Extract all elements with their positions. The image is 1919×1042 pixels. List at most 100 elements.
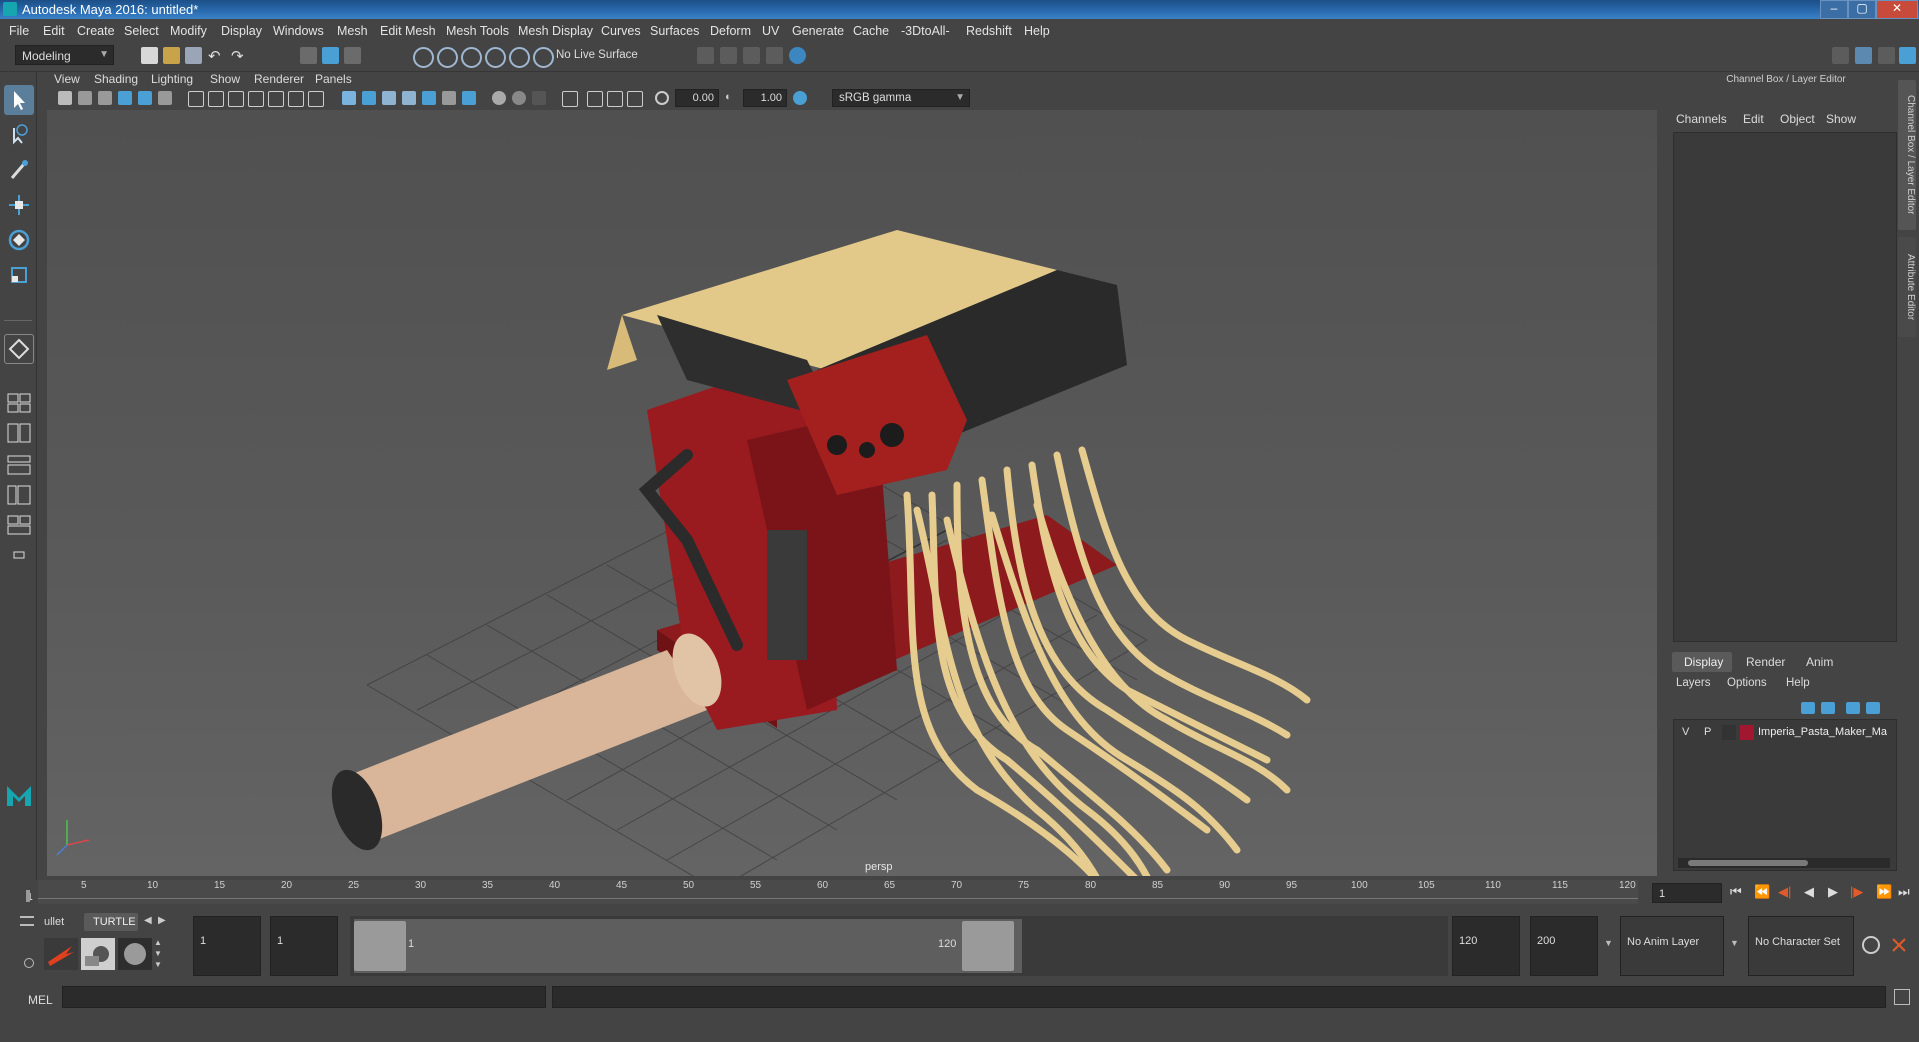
turtle-sphere-icon[interactable] [118,938,152,970]
exposure-field[interactable]: 0.00 [675,89,719,107]
redo-icon[interactable]: ↷ [231,47,248,65]
isolate-select-icon[interactable] [532,91,546,105]
go-to-start-icon[interactable]: ⏮ [1730,884,1742,900]
field-chart-icon[interactable] [268,91,284,107]
live-surface-label[interactable]: No Live Surface [556,49,638,61]
camera-select-icon[interactable] [58,91,72,105]
snap-point-icon[interactable] [461,47,482,68]
range-end-handle[interactable] [962,921,1014,971]
step-forward-frame-icon[interactable]: |▶ [1850,884,1863,900]
move-layer-up-icon[interactable] [1801,702,1815,714]
film-gate-icon[interactable] [208,91,224,107]
channels-menu-channels[interactable]: Channels [1676,112,1727,126]
last-tool-icon[interactable] [4,334,34,364]
new-scene-icon[interactable] [141,47,158,64]
chevron-down-icon[interactable]: ▼ [1730,938,1739,948]
undo-icon[interactable]: ↶ [208,47,225,65]
shelf-tab-turtle[interactable]: TURTLE [84,913,138,931]
render-frame-icon[interactable] [697,47,714,64]
snap-edge-icon[interactable] [533,47,554,68]
channels-menu-edit[interactable]: Edit [1743,112,1764,126]
viewport-menu-view[interactable]: View [54,72,80,86]
outliner-toggle-icon[interactable] [1878,47,1895,64]
render-view-icon[interactable] [789,47,806,64]
menu-display[interactable]: Display [221,24,262,38]
backface-icon[interactable] [627,91,643,107]
select-object-icon[interactable] [322,47,339,64]
color-management-icon[interactable] [793,91,807,105]
textured-icon[interactable] [382,91,396,105]
two-pane-layout-icon[interactable] [4,420,34,446]
use-all-lights-icon[interactable] [402,91,416,105]
character-set-dropdown[interactable]: No Character Set [1748,916,1854,976]
shadows-icon[interactable] [422,91,436,105]
snap-surface-icon[interactable] [509,47,530,68]
viewport-menu-shading[interactable]: Shading [94,72,138,86]
menu-redshift[interactable]: Redshift [966,24,1012,38]
close-button[interactable]: ✕ [1876,0,1918,19]
persp-outliner-layout-icon[interactable] [4,452,34,478]
view-transform-dropdown[interactable]: sRGB gamma ▼ [832,89,970,107]
channel-box-side-tab[interactable]: Channel Box / Layer Editor [1898,80,1916,230]
menu-file[interactable]: File [9,24,29,38]
menu-create[interactable]: Create [77,24,115,38]
shelf-tab-next-icon[interactable]: ▶ [158,915,166,926]
viewport-menu-lighting[interactable]: Lighting [151,72,193,86]
menu-surfaces[interactable]: Surfaces [650,24,699,38]
menu-3dtoall[interactable]: -3DtoAll- [901,24,950,38]
exposure-icon[interactable] [655,91,669,105]
shelf-tab-prev-icon[interactable]: ◀ [144,915,152,926]
save-scene-icon[interactable] [185,47,202,64]
grid-toggle-icon[interactable] [188,91,204,107]
menu-select[interactable]: Select [124,24,159,38]
lasso-tool-icon[interactable] [4,120,34,150]
animation-preferences-icon[interactable] [1890,936,1908,954]
menu-generate[interactable]: Generate [792,24,844,38]
maximize-button[interactable]: ▢ [1848,0,1876,19]
viewport-menu-show[interactable]: Show [210,72,240,86]
channel-box-toggle-icon[interactable] [1899,47,1916,64]
camera-lock-icon[interactable] [78,91,92,105]
image-plane-icon[interactable] [118,91,132,105]
multisample-aa-icon[interactable] [492,91,506,105]
menu-curves[interactable]: Curves [601,24,641,38]
layer-name[interactable]: Imperia_Pasta_Maker_Ma [1758,726,1887,738]
menu-set-dropdown[interactable]: Modeling ▼ [15,45,114,65]
chevron-down-icon[interactable]: ▼ [1604,938,1613,948]
channels-list[interactable] [1673,132,1897,642]
safe-action-icon[interactable] [288,91,304,107]
script-language-label[interactable]: MEL [28,993,53,1007]
safe-title-icon[interactable] [308,91,324,107]
hypershade-icon[interactable] [766,47,783,64]
tab-display[interactable]: Display [1672,652,1732,672]
layer-display-type[interactable] [1722,725,1736,740]
bookmark-icon[interactable] [98,91,112,105]
playback-end-field[interactable]: 120 [1452,916,1520,976]
layer-scrollbar[interactable] [1678,858,1890,868]
viewport-menu-renderer[interactable]: Renderer [254,72,304,86]
channels-menu-object[interactable]: Object [1780,112,1815,126]
shelf-tab-bullet[interactable]: ullet [44,916,64,928]
snap-curve-icon[interactable] [437,47,458,68]
layer-visibility-toggle[interactable]: V [1682,726,1689,738]
custom-layout-icon[interactable] [4,542,34,568]
layer-menu-layers[interactable]: Layers [1676,677,1711,689]
select-hierarchy-icon[interactable] [300,47,317,64]
layer-playback-toggle[interactable]: P [1704,726,1711,738]
gate-mask-icon[interactable] [248,91,264,107]
play-forwards-icon[interactable]: ▶ [1828,884,1838,900]
paint-select-tool-icon[interactable] [4,155,34,185]
auto-key-icon[interactable] [1862,936,1880,954]
scrollbar-thumb[interactable] [1688,860,1808,866]
new-layer-selected-icon[interactable] [1866,702,1880,714]
smooth-shade-icon[interactable] [362,91,376,105]
range-slider-bar[interactable] [354,919,1022,973]
time-slider[interactable]: 1 5 10 15 20 25 30 35 40 45 50 55 60 65 … [26,880,1638,904]
single-view-layout-icon[interactable] [4,390,34,416]
menu-edit-mesh[interactable]: Edit Mesh [380,24,436,38]
2d-pan-zoom-icon[interactable] [138,91,152,105]
motion-blur-icon[interactable] [462,91,476,105]
menu-uv[interactable]: UV [762,24,779,38]
script-editor-icon[interactable] [1894,989,1910,1005]
layer-row[interactable]: V P Imperia_Pasta_Maker_Ma [1678,725,1890,741]
